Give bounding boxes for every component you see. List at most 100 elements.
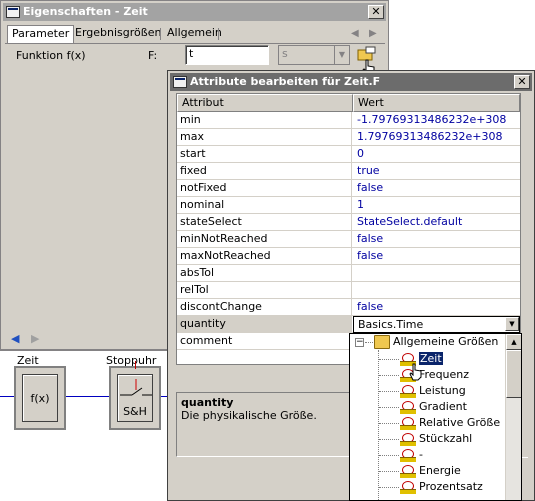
attribute-value[interactable]: 1	[353, 197, 520, 214]
tree-line	[379, 471, 399, 472]
grid-header: Attribut Wert	[177, 94, 520, 112]
tree-item[interactable]: -	[400, 447, 423, 463]
quantity-icon	[400, 416, 416, 430]
attribute-value[interactable]: Basics.Time	[353, 316, 520, 333]
nav-back-icon[interactable]: ◀	[11, 332, 19, 345]
tree-line	[379, 423, 399, 424]
attribute-row-stateSelect[interactable]: stateSelect StateSelect.default	[177, 214, 520, 231]
attribute-name: stateSelect	[177, 214, 352, 231]
description-text: Die physikalische Größe.	[181, 409, 317, 422]
tree-line	[379, 391, 399, 392]
unit-combo: s ▼	[278, 45, 350, 65]
tree-item-label: Prozentsatz	[419, 480, 483, 493]
attribute-value[interactable]: false	[353, 180, 520, 197]
hand-cursor-icon	[409, 363, 422, 381]
tree-line	[379, 439, 399, 440]
tab-ergebnisgroessen[interactable]: Ergebnisgrößen	[71, 25, 165, 43]
tree-item[interactable]: Energie	[400, 463, 461, 479]
attribute-row-notFixed[interactable]: notFixed false	[177, 180, 520, 197]
function-block[interactable]: f(x)	[14, 366, 66, 430]
attribute-row-start[interactable]: start 0	[177, 146, 520, 163]
attribute-row-fixed[interactable]: fixed true	[177, 163, 520, 180]
tree-item[interactable]: Leistung	[400, 383, 466, 399]
quantity-icon	[400, 448, 416, 462]
tree-item-label: Energie	[419, 464, 461, 477]
tab-separator	[218, 28, 219, 40]
attribute-row-absTol[interactable]: absTol	[177, 265, 520, 282]
scroll-thumb[interactable]	[506, 350, 521, 398]
attribute-row-quantity[interactable]: quantity Basics.Time ▼	[177, 316, 520, 333]
tree-item-label: Stückzahl	[419, 432, 473, 445]
f-input[interactable]: t	[185, 45, 269, 65]
attribute-name: nominal	[177, 197, 352, 214]
attribute-value[interactable]: false	[353, 231, 520, 248]
dialog-title: Attribute bearbeiten für Zeit.F	[190, 75, 381, 88]
attribute-row-max[interactable]: max 1.79769313486232e+308	[177, 129, 520, 146]
window-icon	[6, 6, 20, 18]
tab-scroll-right-icon[interactable]: ▶	[369, 28, 377, 39]
column-header-wert[interactable]: Wert	[353, 94, 520, 112]
close-button[interactable]: ✕	[514, 75, 530, 89]
description-panel: quantity Die physikalische Größe.	[176, 392, 358, 457]
attribute-name: maxNotReached	[177, 248, 352, 265]
attribute-value[interactable]: 0	[353, 146, 520, 163]
attribute-name: notFixed	[177, 180, 352, 197]
tree-item[interactable]: Relative Größe	[400, 415, 500, 431]
tab-allgemein[interactable]: Allgemein	[163, 25, 226, 43]
tree-item[interactable]: Prozentsatz	[400, 479, 483, 495]
attribute-row-nominal[interactable]: nominal 1	[177, 197, 520, 214]
column-header-attribut[interactable]: Attribut	[177, 94, 353, 112]
sample-hold-text: S&H	[123, 405, 147, 418]
attribute-name: start	[177, 146, 352, 163]
attribute-value[interactable]	[353, 265, 520, 282]
nav-forward-icon: ▶	[31, 332, 40, 345]
properties-titlebar[interactable]: Eigenschaften - Zeit ✕	[3, 3, 386, 21]
collapse-icon[interactable]: −	[355, 338, 364, 347]
window-icon	[173, 76, 187, 88]
unit-combo-value: s	[282, 47, 288, 60]
close-button[interactable]: ✕	[368, 5, 384, 19]
tab-parameter[interactable]: Parameter	[7, 25, 75, 43]
tree-item-label: Gradient	[419, 400, 467, 413]
tree-line	[378, 350, 379, 500]
tree-item[interactable]: Gradient	[400, 399, 467, 415]
attribute-row-min[interactable]: min -1.79769313486232e+308	[177, 112, 520, 129]
sample-hold-block[interactable]: S&H	[109, 366, 161, 430]
attribute-value[interactable]: false	[353, 299, 520, 316]
dialog-titlebar[interactable]: Attribute bearbeiten für Zeit.F ✕	[170, 73, 532, 91]
connection-wire	[66, 396, 109, 397]
tree-item-label: Relative Größe	[419, 416, 501, 429]
tree-folder-label: Allgemeine Größen	[393, 335, 499, 348]
tree-line	[365, 342, 373, 343]
tree-scrollbar[interactable]: ▲	[505, 334, 521, 500]
attribute-name: absTol	[177, 265, 352, 282]
attribute-name: discontChange	[177, 299, 352, 316]
scroll-up-icon[interactable]: ▲	[506, 334, 521, 350]
tree-folder-allgemeine-groessen[interactable]: Allgemeine Größen	[374, 334, 498, 350]
chevron-down-icon: ▼	[334, 46, 349, 64]
attribute-value[interactable]	[353, 282, 520, 299]
quantity-icon	[400, 480, 416, 494]
tree-item[interactable]: Stückzahl	[400, 431, 472, 447]
attribute-value[interactable]: true	[353, 163, 520, 180]
attribute-row-minNotReached[interactable]: minNotReached false	[177, 231, 520, 248]
attribute-row-discontChange[interactable]: discontChange false	[177, 299, 520, 316]
attribute-value[interactable]: false	[353, 248, 520, 265]
tab-separator	[160, 28, 161, 40]
attribute-name: comment	[177, 333, 352, 350]
attribute-row-relTol[interactable]: relTol	[177, 282, 520, 299]
attribute-row-maxNotReached[interactable]: maxNotReached false	[177, 248, 520, 265]
properties-title: Eigenschaften - Zeit	[23, 5, 148, 18]
quantity-icon	[400, 384, 416, 398]
switch-icon	[120, 379, 152, 396]
attribute-value[interactable]: 1.79769313486232e+308	[353, 129, 520, 146]
attribute-name: max	[177, 129, 352, 146]
chevron-down-icon[interactable]: ▼	[505, 317, 519, 331]
tree-item-label: Leistung	[419, 384, 466, 397]
tree-line	[379, 455, 399, 456]
attribute-value[interactable]: StateSelect.default	[353, 214, 520, 231]
tab-scroll-left-icon[interactable]: ◀	[351, 28, 359, 39]
quantity-tree-dropdown[interactable]: − Allgemeine Größen Zeit Frequenz Leistung Gr…	[349, 333, 522, 501]
tab-divider	[5, 43, 385, 44]
attribute-value[interactable]: -1.79769313486232e+308	[353, 112, 520, 129]
